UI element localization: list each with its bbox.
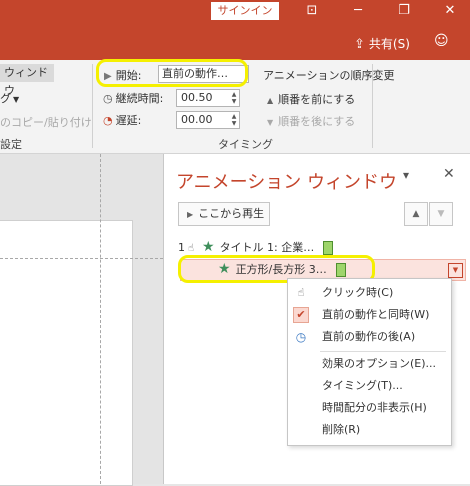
ribbon-divider	[372, 64, 373, 148]
duration-field: ◷ 継続時間:	[103, 90, 163, 106]
move-down-icon[interactable]: ▼	[429, 202, 453, 226]
play-from-label: ここから再生	[198, 207, 265, 220]
start-combo[interactable]: 直前の動作…	[158, 65, 249, 83]
start-label: 開始:	[115, 69, 142, 82]
menu-item-effect-options[interactable]: 効果のオプション(E)...	[288, 353, 451, 375]
restore-icon[interactable]: ❐	[392, 0, 416, 22]
clock-icon: ◷	[295, 330, 307, 344]
menu-item-after-previous[interactable]: ◷ 直前の動作の後(A)	[288, 326, 451, 348]
menu-item-label: 直前の動作の後(A)	[322, 330, 416, 343]
timeline-bar[interactable]	[335, 263, 346, 277]
menu-item-hide-timeline[interactable]: 時間配分の非表示(H)	[288, 397, 451, 419]
play-icon: ▶	[187, 210, 194, 219]
chevron-down-icon[interactable]: ▼	[448, 263, 463, 278]
delay-label: 遅延:	[115, 114, 142, 127]
timeline-bar[interactable]	[323, 241, 334, 255]
menu-item-timing[interactable]: タイミング(T)...	[288, 375, 451, 397]
delay-icon: ◔	[103, 114, 113, 127]
minimize-icon[interactable]: ─	[346, 0, 370, 22]
move-up-icon[interactable]: ▲	[404, 202, 428, 226]
pane-title: アニメーション ウィンドウ	[176, 172, 398, 193]
selected-item-content: ★ 正方形/長方形 3…	[218, 260, 346, 278]
chevron-down-icon: ▼	[13, 95, 20, 104]
delay-field: ◔ 遅延:	[103, 112, 141, 128]
animation-item-number: 1	[178, 241, 185, 254]
ribbon-divider	[92, 64, 93, 148]
mouse-icon: ☝	[297, 286, 305, 299]
move-earlier-button[interactable]: ▲ 順番を前にする	[267, 91, 355, 107]
smiley-icon[interactable]: ☺	[434, 33, 449, 49]
advanced-group-label: 設定	[0, 138, 22, 151]
animation-item-label: タイトル 1: 企業…	[219, 241, 315, 254]
share-icon: ⇪	[354, 37, 365, 52]
animation-pane-button[interactable]: ウィンドウ	[0, 64, 54, 97]
move-earlier-label: 順番を前にする	[278, 93, 356, 106]
menu-item-label: 削除(R)	[322, 423, 361, 436]
ribbon-dropdown[interactable]: グ ▼	[0, 90, 19, 106]
ribbon-dropdown-label: グ	[0, 92, 11, 105]
menu-item-label: 効果のオプション(E)...	[322, 357, 437, 370]
clock-icon: ◷	[103, 92, 113, 105]
menu-separator	[320, 351, 446, 352]
star-icon: ★	[218, 261, 231, 277]
menu-item-label: 時間配分の非表示(H)	[322, 401, 427, 414]
ribbon-display-icon[interactable]: ⊡	[300, 0, 324, 22]
play-from-button[interactable]: ▶ ここから再生	[178, 202, 270, 226]
move-later-label: 順番を後にする	[278, 115, 356, 128]
guide-line-vertical	[100, 154, 101, 484]
reorder-title: アニメーションの順序変更	[263, 69, 395, 82]
delay-input[interactable]: 00.00 ▲ ▼	[176, 111, 240, 129]
menu-item-label: 直前の動作と同時(W)	[322, 308, 430, 321]
triangle-up-icon: ▲	[267, 96, 274, 105]
slide-area	[0, 154, 163, 486]
check-icon: ✔	[293, 307, 309, 323]
pane-close-icon[interactable]: ✕	[443, 166, 455, 182]
menu-item-on-click[interactable]: ☝ クリック時(C)	[288, 282, 451, 304]
menu-item-label: タイミング(T)...	[322, 379, 403, 392]
start-field: ▶ 開始:	[104, 67, 141, 83]
star-icon: ★	[202, 239, 215, 255]
animation-item[interactable]: 1 ☝ ★ タイトル 1: 企業…	[178, 238, 334, 256]
ribbon: ウィンドウ グ ▼ のコピー/貼り付け 設定 ▶ 開始: 直前の動作… ◷ 継続時間:…	[0, 59, 470, 154]
duration-label: 継続時間:	[115, 92, 164, 105]
share-label: 共有(S)	[368, 37, 410, 51]
signin-button[interactable]: サインイン	[211, 2, 279, 20]
menu-item-remove[interactable]: 削除(R)	[288, 419, 451, 441]
guide-line-horizontal	[0, 258, 163, 259]
delay-spinner[interactable]: ▲ ▼	[230, 113, 238, 127]
timing-group-label: タイミング	[218, 138, 273, 151]
pane-options-icon[interactable]: ▾	[403, 168, 409, 182]
animation-painter-button[interactable]: のコピー/貼り付け	[0, 114, 92, 130]
menu-item-with-previous[interactable]: ✔ 直前の動作と同時(W)	[288, 304, 451, 326]
start-arrow-icon: ▶	[104, 71, 112, 82]
delay-value: 00.00	[181, 113, 213, 126]
duration-value: 00.50	[181, 91, 213, 104]
context-menu: ☝ クリック時(C) ✔ 直前の動作と同時(W) ◷ 直前の動作の後(A) 効果のオプ…	[287, 278, 452, 446]
duration-input[interactable]: 00.50 ▲ ▼	[176, 89, 240, 107]
title-bar: サインイン ⊡ ─ ❐ ✕ ⇪ 共有(S) ☺	[0, 0, 470, 60]
slide-canvas[interactable]	[0, 220, 133, 486]
mouse-icon: ☝	[188, 243, 195, 254]
duration-spinner[interactable]: ▲ ▼	[230, 91, 238, 105]
share-button[interactable]: ⇪ 共有(S)	[354, 35, 410, 52]
triangle-down-icon: ▼	[267, 118, 274, 127]
animation-item-label: 正方形/長方形 3…	[235, 263, 327, 276]
move-later-button[interactable]: ▼ 順番を後にする	[267, 113, 355, 129]
menu-item-label: クリック時(C)	[322, 286, 394, 299]
close-icon[interactable]: ✕	[438, 0, 462, 22]
